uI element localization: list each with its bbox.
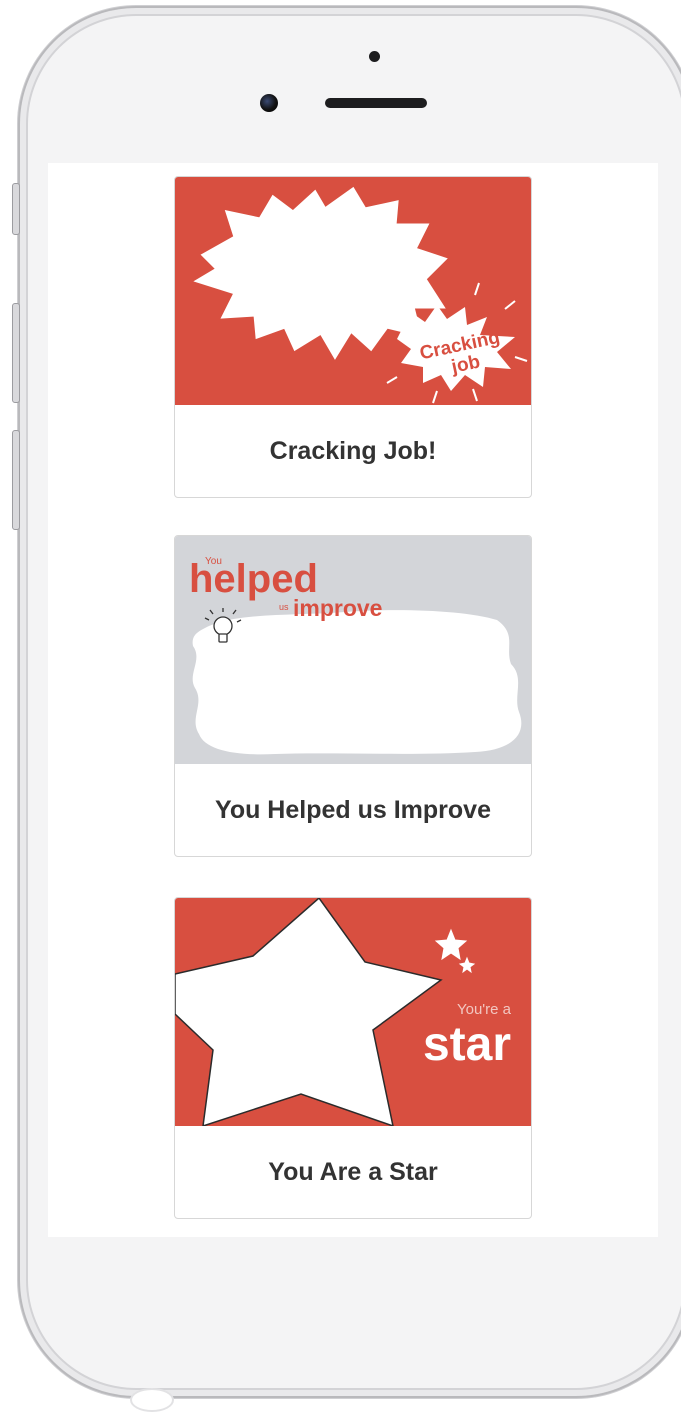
- card-cracking-job[interactable]: Cracking job Cracking Job!: [174, 176, 532, 498]
- app-screen: Cracking job Cracking Job! You helped us…: [48, 163, 658, 1237]
- earpiece-speaker: [325, 98, 427, 108]
- helped-improve-image: You helped us improve: [175, 536, 531, 764]
- proximity-sensor: [369, 51, 380, 62]
- you-are-a-star-image: You're a star: [175, 898, 531, 1126]
- card-title: You Are a Star: [268, 1157, 438, 1186]
- us-image-text: us: [279, 602, 289, 612]
- volume-down-button: [12, 430, 20, 530]
- star-image-text: star: [423, 1018, 511, 1071]
- card-title: Cracking Job!: [269, 436, 437, 465]
- home-button[interactable]: [130, 1388, 174, 1412]
- card-you-helped-us-improve[interactable]: You helped us improve You Helped us Impr…: [174, 535, 532, 857]
- card-you-are-a-star[interactable]: You're a star You Are a Star: [174, 897, 532, 1219]
- improve-image-text: improve: [293, 595, 382, 621]
- front-camera-icon: [260, 94, 278, 112]
- volume-up-button: [12, 303, 20, 403]
- mute-switch: [12, 183, 20, 235]
- youre-a-image-text: You're a: [457, 1001, 512, 1018]
- cracking-job-image: Cracking job: [175, 177, 531, 405]
- card-title: You Helped us Improve: [215, 795, 491, 824]
